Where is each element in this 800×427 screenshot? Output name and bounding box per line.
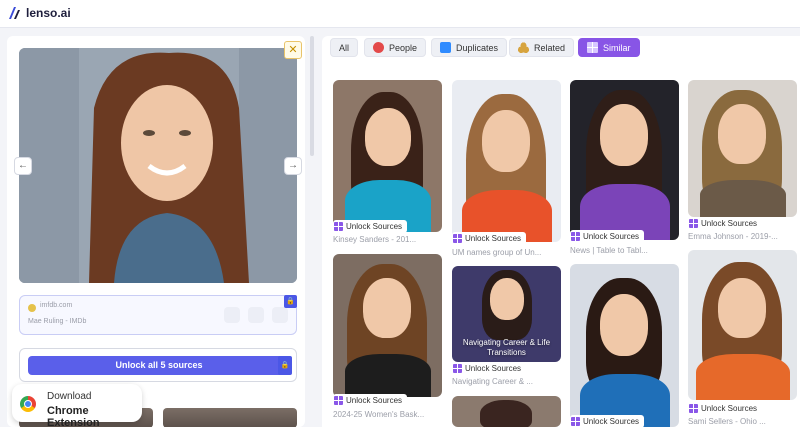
- lenso-logo-icon: [9, 7, 20, 19]
- result-card[interactable]: Unlock Sources Sami Sellers - Ohio ...: [688, 250, 797, 427]
- filter-label: All: [339, 42, 350, 53]
- filter-related[interactable]: Related: [509, 38, 575, 57]
- grid-icon: [689, 219, 698, 228]
- result-image: [452, 80, 561, 242]
- result-card[interactable]: Unlock Sources 2024-25 Women's Bask...: [333, 254, 442, 427]
- logo-text: lenso.ai: [26, 6, 71, 20]
- logo[interactable]: lenso.ai: [8, 6, 71, 20]
- result-caption: Sami Sellers - Ohio ...: [688, 417, 766, 426]
- unlock-sources-label: Unlock Sources: [583, 232, 640, 241]
- unlock-sources-tag[interactable]: Unlock Sources: [452, 232, 527, 245]
- result-card[interactable]: Unlock Sources UM names group of Un...: [452, 80, 561, 262]
- selected-photo: [19, 48, 297, 283]
- results-panel: All People Duplicates Related Similar Un…: [322, 36, 800, 427]
- unlock-sources-tag[interactable]: Unlock Sources: [452, 362, 527, 375]
- grid-icon: [571, 417, 580, 426]
- similar-icon: [587, 42, 598, 53]
- lock-icon: 🔒: [278, 356, 292, 375]
- result-caption: News | Table to Tabl...: [570, 246, 648, 255]
- result-image: [688, 80, 797, 217]
- related-icon: [518, 42, 529, 53]
- chrome-extension-line1: Download: [47, 391, 92, 402]
- result-image: Navigating Career & Life Transitions: [452, 266, 561, 362]
- source-title: Mae Ruling - IMDb: [28, 318, 87, 325]
- next-arrow-icon[interactable]: →: [284, 157, 302, 175]
- chrome-extension-line2: Chrome Extension: [47, 405, 100, 427]
- filter-label: Similar: [603, 42, 631, 53]
- image-overlay-text: Navigating Career & Life Transitions: [462, 338, 551, 357]
- grid-icon: [334, 396, 343, 405]
- previous-arrow-icon[interactable]: ←: [14, 157, 32, 175]
- grid-icon: [453, 364, 462, 373]
- unlock-sources-tag[interactable]: Unlock Sources: [333, 394, 408, 407]
- result-image: [333, 254, 442, 397]
- result-card[interactable]: Unlock Sources: [570, 264, 679, 427]
- source-card[interactable]: imfdb.com Mae Ruling - IMDb 🔒: [19, 295, 297, 335]
- portrait-image: [19, 48, 297, 283]
- result-card[interactable]: Unlock Sources Emma Johnson - 2019-...: [688, 80, 797, 244]
- unlock-sources-label: Unlock Sources: [346, 222, 403, 231]
- result-image: [688, 250, 797, 400]
- result-image: [333, 80, 442, 232]
- lock-icon: 🔒: [284, 295, 297, 308]
- unlock-sources-tag[interactable]: Unlock Sources: [333, 220, 408, 233]
- search-icon[interactable]: [224, 307, 240, 323]
- unlock-sources-label: Unlock Sources: [346, 396, 403, 405]
- result-caption: Kinsey Sanders - 201...: [333, 235, 417, 244]
- chrome-icon: [20, 396, 36, 412]
- filter-duplicates[interactable]: Duplicates: [431, 38, 508, 57]
- result-image: [570, 264, 679, 427]
- unlock-sources-tag[interactable]: Unlock Sources: [570, 230, 645, 243]
- people-icon: [373, 42, 384, 53]
- filter-people[interactable]: People: [364, 38, 427, 57]
- unlock-sources-tag[interactable]: Unlock Sources: [688, 402, 763, 415]
- top-bar: lenso.ai: [0, 0, 800, 28]
- filter-all[interactable]: All: [330, 38, 359, 57]
- site-favicon-icon: [28, 304, 36, 312]
- unlock-sources-label: Unlock Sources: [701, 219, 758, 228]
- unlock-sources-label: Unlock Sources: [465, 364, 522, 373]
- unlock-sources-tag[interactable]: Unlock Sources: [570, 415, 645, 427]
- open-link-icon[interactable]: [272, 307, 288, 323]
- grid-icon: [571, 232, 580, 241]
- filter-label: Related: [534, 42, 566, 53]
- result-caption: Navigating Career & ...: [452, 377, 533, 386]
- result-card[interactable]: Unlock Sources Kinsey Sanders - 201...: [333, 80, 442, 250]
- filter-similar[interactable]: Similar: [578, 38, 640, 57]
- result-image: [570, 80, 679, 240]
- copy-icon[interactable]: [248, 307, 264, 323]
- thumbnail-preview[interactable]: [163, 408, 297, 427]
- unlock-sources-label: Unlock Sources: [465, 234, 522, 243]
- result-card[interactable]: [452, 396, 561, 427]
- source-site: imfdb.com: [40, 302, 73, 309]
- grid-icon: [334, 222, 343, 231]
- result-caption: UM names group of Un...: [452, 248, 542, 257]
- result-image: [452, 396, 561, 427]
- unlock-sources-tag[interactable]: Unlock Sources: [688, 217, 763, 230]
- result-card[interactable]: Unlock Sources News | Table to Tabl...: [570, 80, 679, 256]
- result-card[interactable]: Navigating Career & Life Transitions Unl…: [452, 266, 561, 390]
- panel-scrollbar[interactable]: [310, 36, 314, 156]
- grid-icon: [453, 234, 462, 243]
- chrome-extension-button[interactable]: Download Chrome Extension: [12, 384, 142, 427]
- image-detail-panel: ✕ ← → imfdb.com Mae Ruling - IMDb 🔒 Unlo…: [7, 36, 305, 427]
- result-caption: 2024-25 Women's Bask...: [333, 410, 425, 419]
- unlock-sources-label: Unlock Sources: [701, 404, 758, 413]
- unlock-all-sources-button[interactable]: Unlock all 5 sources: [28, 356, 290, 375]
- unlock-section: Unlock all 5 sources 🔒: [19, 348, 297, 382]
- duplicates-icon: [440, 42, 451, 53]
- filter-label: Duplicates: [456, 42, 499, 53]
- filter-label: People: [389, 42, 418, 53]
- result-caption: Emma Johnson - 2019-...: [688, 232, 778, 241]
- unlock-sources-label: Unlock Sources: [583, 417, 640, 426]
- close-button[interactable]: ✕: [284, 41, 302, 59]
- grid-icon: [689, 404, 698, 413]
